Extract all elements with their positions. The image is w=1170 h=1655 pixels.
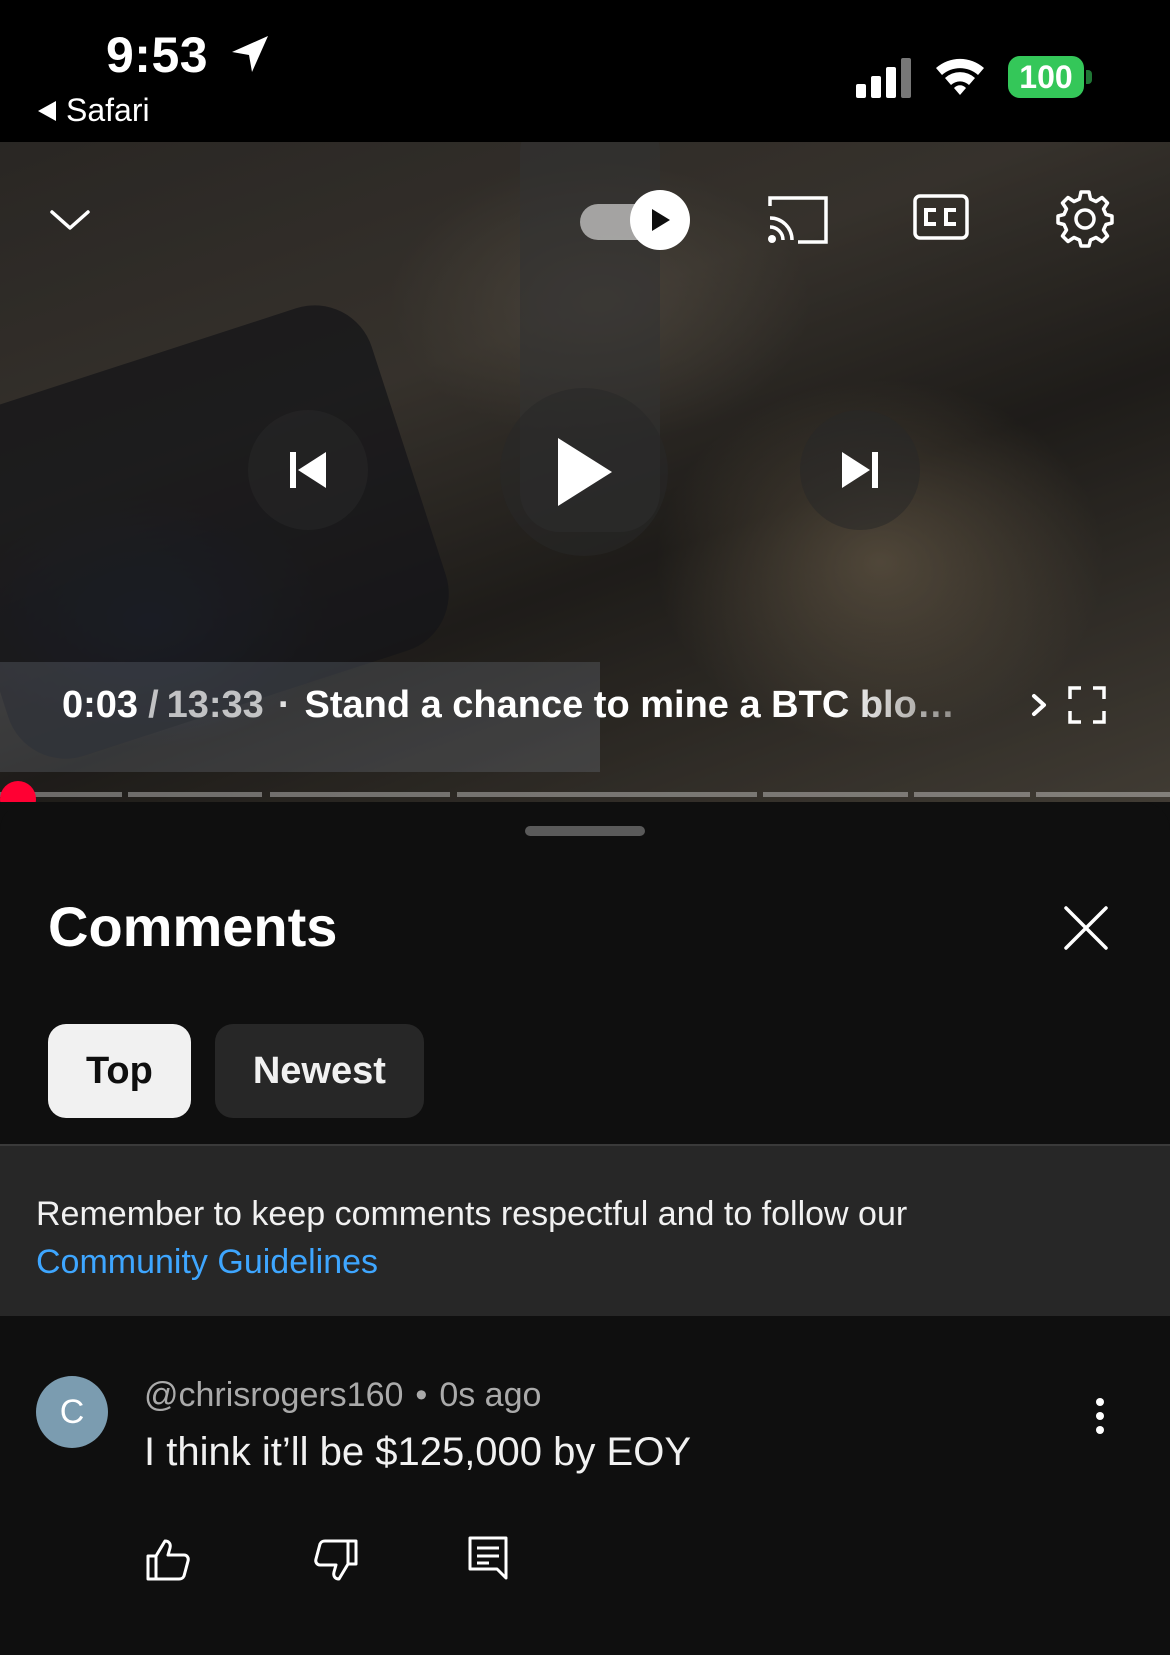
video-info-row[interactable]: 0:03 / 13:33 · Stand a chance to mine a …: [62, 680, 964, 730]
next-video-button[interactable]: [800, 410, 920, 530]
reply-button[interactable]: [462, 1532, 514, 1584]
video-duration: 13:33: [166, 683, 264, 726]
close-icon: [1064, 906, 1108, 950]
skip-previous-icon: [290, 452, 326, 488]
chapter-segment: [914, 792, 1030, 797]
reply-icon: [468, 1536, 508, 1580]
back-app-label: Safari: [66, 92, 150, 128]
comment-author[interactable]: @chrisrogers160: [144, 1376, 403, 1414]
like-button[interactable]: [142, 1534, 194, 1586]
cellular-signal-icon: [856, 58, 911, 98]
chapter-segment: [1036, 792, 1170, 797]
more-vertical-icon: [1096, 1398, 1104, 1434]
fullscreen-button[interactable]: [1064, 682, 1110, 728]
status-bar: 9:53 Safari 100: [0, 0, 1170, 142]
location-arrow-icon: [232, 36, 268, 72]
battery-level: 100: [1008, 56, 1084, 98]
comment-age: 0s ago: [439, 1376, 542, 1414]
settings-button[interactable]: [1052, 186, 1118, 252]
battery-cap: [1086, 70, 1092, 84]
sort-chips: Top Newest: [48, 1024, 424, 1118]
battery-indicator: 100: [1008, 56, 1092, 100]
autoplay-toggle-icon: [630, 190, 690, 250]
closed-captions-icon: [913, 194, 969, 240]
current-time: 0:03: [62, 683, 139, 726]
chapter-segment: [763, 792, 908, 797]
chapter-segment: [457, 792, 757, 797]
sort-chip-top[interactable]: Top: [48, 1024, 191, 1118]
comment-meta: @chrisrogers160 • 0s ago: [144, 1376, 541, 1415]
autoplay-toggle[interactable]: [580, 190, 692, 250]
chapter-segment: [270, 792, 450, 797]
video-player[interactable]: 0:03 / 13:33 · Stand a chance to mine a …: [0, 142, 1170, 802]
comment-text: I think it’ll be $125,000 by EOY: [144, 1430, 691, 1474]
meta-separator: •: [415, 1376, 428, 1414]
sort-chip-newest[interactable]: Newest: [214, 1024, 424, 1118]
notice-text: Remember to keep comments respectful and…: [36, 1195, 908, 1233]
play-icon: [652, 209, 670, 231]
avatar[interactable]: C: [36, 1376, 108, 1448]
community-notice: Remember to keep comments respectful and…: [0, 1144, 1170, 1316]
skip-next-icon: [842, 452, 878, 488]
community-guidelines-link[interactable]: Community Guidelines: [36, 1238, 1136, 1286]
cast-icon: [768, 196, 828, 244]
comment-item: C @chrisrogers160 • 0s ago I think it’ll b…: [0, 1316, 1170, 1655]
chapter-segment: [128, 792, 262, 797]
thumbs-up-icon: [146, 1539, 190, 1581]
back-triangle-icon: [38, 100, 56, 121]
cast-button[interactable]: [762, 186, 832, 252]
dislike-button[interactable]: [310, 1534, 362, 1586]
close-comments-button[interactable]: [1058, 900, 1114, 956]
gear-icon: [1056, 190, 1114, 248]
captions-button[interactable]: [910, 188, 972, 246]
progress-bar[interactable]: [0, 792, 1170, 798]
chevron-down-icon: [50, 210, 90, 230]
comments-title: Comments: [48, 895, 338, 958]
comment-more-button[interactable]: [1080, 1386, 1120, 1446]
play-pause-button[interactable]: [500, 388, 668, 556]
play-icon: [558, 438, 612, 506]
thumbs-down-icon: [314, 1539, 358, 1581]
notice-text-block: Remember to keep comments respectful and…: [36, 1190, 1136, 1286]
video-title[interactable]: Stand a chance to mine a BTC block with …: [304, 684, 964, 727]
collapse-player-button[interactable]: [40, 190, 100, 250]
title-separator: ·: [277, 683, 291, 726]
sheet-drag-handle[interactable]: [525, 826, 645, 836]
youtube-mobile-screen: 9:53 Safari 100 0:03 / 13:33 · Stand a c…: [0, 0, 1170, 1655]
fullscreen-icon: [1068, 686, 1106, 724]
status-time: 9:53: [106, 27, 209, 83]
comments-panel: Comments Top Newest Remember to keep com…: [0, 802, 1170, 1655]
chevron-right-icon[interactable]: [1024, 682, 1054, 728]
wifi-icon: [936, 58, 984, 95]
previous-video-button[interactable]: [248, 410, 368, 530]
back-to-safari[interactable]: Safari: [38, 92, 150, 129]
time-separator: /: [148, 683, 159, 726]
